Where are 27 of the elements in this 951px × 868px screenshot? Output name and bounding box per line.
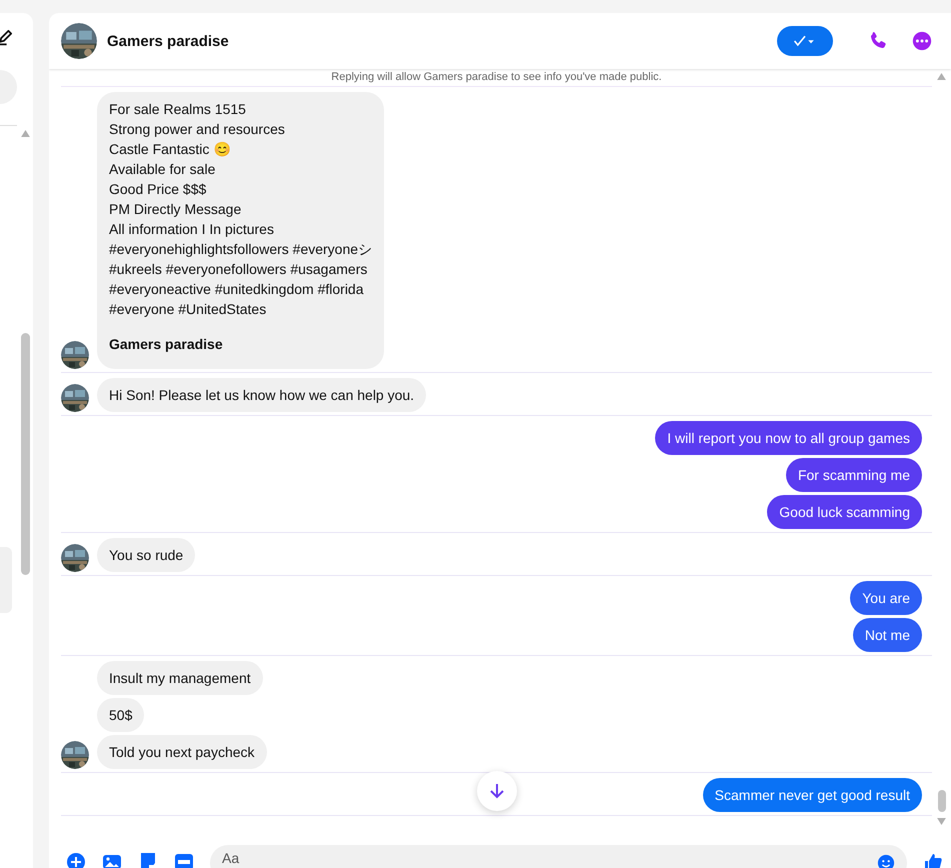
message-bubble: Insult my management [97,661,263,695]
add-icon[interactable] [66,852,86,868]
chat-title: Gamers paradise [107,32,229,50]
message-bubble: Told you next paycheck [97,735,267,769]
privacy-notice: Replying will allow Gamers paradise to see info you've made public. [61,69,932,87]
message-bubble: Good luck scamming [767,495,922,529]
message-bubble: Not me [852,618,922,652]
more-icon[interactable] [911,30,933,52]
message-bubble: You so rude [97,538,196,572]
like-icon[interactable] [923,852,943,868]
status-button[interactable] [777,26,833,56]
sticker-icon[interactable] [138,852,158,868]
scrollbar-thumb[interactable] [938,790,946,812]
message-bubble: Scammer never get good result [702,778,922,812]
message-bubble: I will report you now to all group games [655,421,922,455]
sender-name: Gamers paradise [109,335,224,354]
message-text: For sale Realms 1515 Strong power and resources Castle Fantastic 😊 Available for sale Good Price $$$ PM Directly Message All information I In pictures #everyonehighlightsfollowers #everyoneシ #ukreels #everyonefollowers #usagamers #everyoneactive #unitedkingdom #florida #everyone #UnitedStates [109,100,372,319]
scroll-to-bottom-button[interactable] [477,771,517,811]
message-field[interactable]: Aa [210,845,907,868]
gif-icon[interactable] [174,852,194,868]
message-bubble: Hi Son! Please let us know how we can help you. [97,378,426,412]
message-bubble: For scamming me [786,458,922,492]
message-bubble: You are [850,581,922,615]
message-bubble: 50$ [97,698,144,732]
emoji-icon[interactable] [877,854,895,868]
scrollbar-thumb[interactable] [21,333,30,575]
image-icon[interactable] [102,852,122,868]
